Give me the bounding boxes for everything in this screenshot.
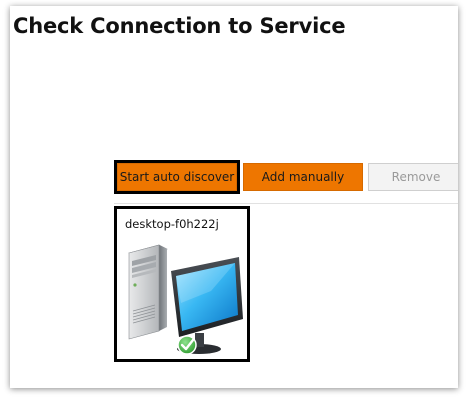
remove-button[interactable]: Remove [368, 163, 458, 191]
connected-checkmark-icon [177, 335, 197, 355]
device-card[interactable]: desktop-f0h222j [114, 206, 250, 362]
divider [114, 203, 458, 204]
page-title: Check Connection to Service [13, 14, 346, 38]
add-manually-button[interactable]: Add manually [243, 163, 363, 191]
device-name: desktop-f0h222j [125, 217, 219, 231]
desktop-computer-icon [128, 244, 243, 355]
dialog-window: Check Connection to Service Start auto d… [10, 6, 458, 388]
start-auto-discover-button[interactable]: Start auto discover [114, 160, 240, 194]
